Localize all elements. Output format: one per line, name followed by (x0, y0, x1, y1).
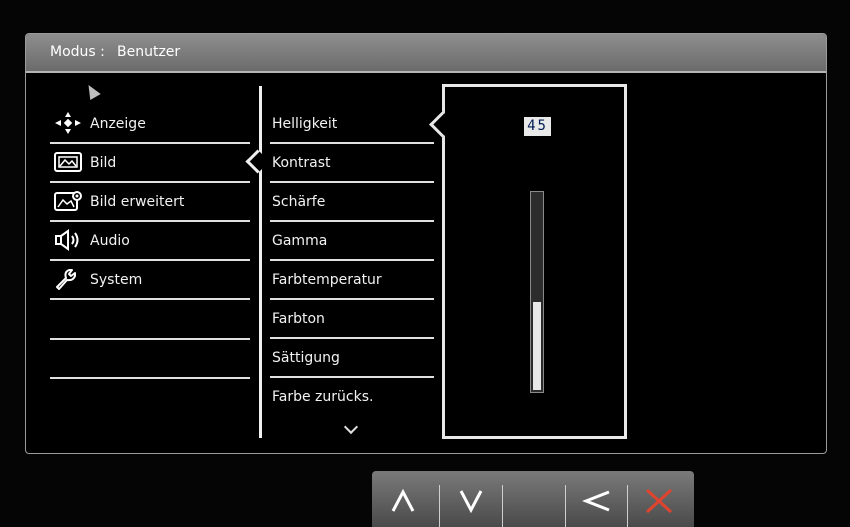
submenu-item-farbton[interactable]: Farbton (270, 300, 434, 339)
menu-item-bild[interactable]: Bild (50, 144, 250, 183)
osd-window: Modus : Benutzer Anzeige Bild Bild erwei… (25, 33, 827, 454)
menu-divider (259, 86, 262, 438)
menu-label: Bild (90, 155, 117, 171)
menu-item-system[interactable]: System (50, 261, 250, 300)
submenu-label: Farbe zurücks. (272, 389, 374, 405)
close-icon (645, 489, 673, 513)
submenu-label: Farbtemperatur (272, 272, 382, 288)
submenu-item-farbtemperatur[interactable]: Farbtemperatur (270, 261, 434, 300)
picture-icon (54, 151, 82, 173)
submenu-item-kontrast[interactable]: Kontrast (270, 144, 434, 183)
mode-label: Modus : (50, 44, 105, 60)
submenu-label: Kontrast (272, 155, 331, 171)
mode-value: Benutzer (117, 44, 181, 60)
blank-button[interactable] (503, 471, 565, 527)
control-key-bar (372, 471, 694, 527)
slider-fill (533, 302, 541, 390)
wrench-icon (54, 268, 82, 290)
submenu-label: Schärfe (272, 194, 326, 210)
submenu-label: Helligkeit (272, 116, 338, 132)
speaker-icon (54, 229, 82, 251)
menu-label: Anzeige (90, 116, 146, 132)
chevron-up-icon (391, 489, 415, 512)
submenu-item-farbe-zuruecks[interactable]: Farbe zurücks. (270, 378, 434, 417)
menu-label: System (90, 272, 143, 288)
back-button[interactable] (566, 471, 628, 527)
submenu-label: Farbton (272, 311, 325, 327)
title-bar: Modus : Benutzer (26, 34, 826, 73)
chevron-left-icon (582, 490, 610, 512)
submenu-label: Sättigung (272, 350, 340, 366)
submenu-item-saettigung[interactable]: Sättigung (270, 339, 434, 378)
menu-item-audio[interactable]: Audio (50, 222, 250, 261)
submenu-item-gamma[interactable]: Gamma (270, 222, 434, 261)
submenu-label: Gamma (272, 233, 328, 249)
value-panel: 45 (429, 84, 627, 439)
down-button[interactable] (440, 471, 502, 527)
mouse-cursor-icon (83, 81, 101, 101)
menu-separator (50, 338, 250, 340)
brightness-slider[interactable] (530, 191, 544, 393)
menu-separator (50, 377, 250, 379)
picture-advanced-icon (54, 190, 82, 212)
display-adjust-icon (54, 112, 82, 134)
brightness-value: 45 (524, 117, 551, 136)
chevron-down-icon (459, 490, 483, 513)
menu-label: Bild erweitert (90, 194, 185, 210)
menu-item-bild-erweitert[interactable]: Bild erweitert (50, 183, 250, 222)
submenu-item-helligkeit[interactable]: Helligkeit (270, 105, 434, 144)
submenu-item-schaerfe[interactable]: Schärfe (270, 183, 434, 222)
menu-label: Audio (90, 233, 130, 249)
scroll-down-chevron-icon[interactable] (343, 419, 359, 435)
menu-item-anzeige[interactable]: Anzeige (50, 105, 250, 144)
up-button[interactable] (372, 471, 434, 527)
exit-button[interactable] (628, 471, 690, 527)
